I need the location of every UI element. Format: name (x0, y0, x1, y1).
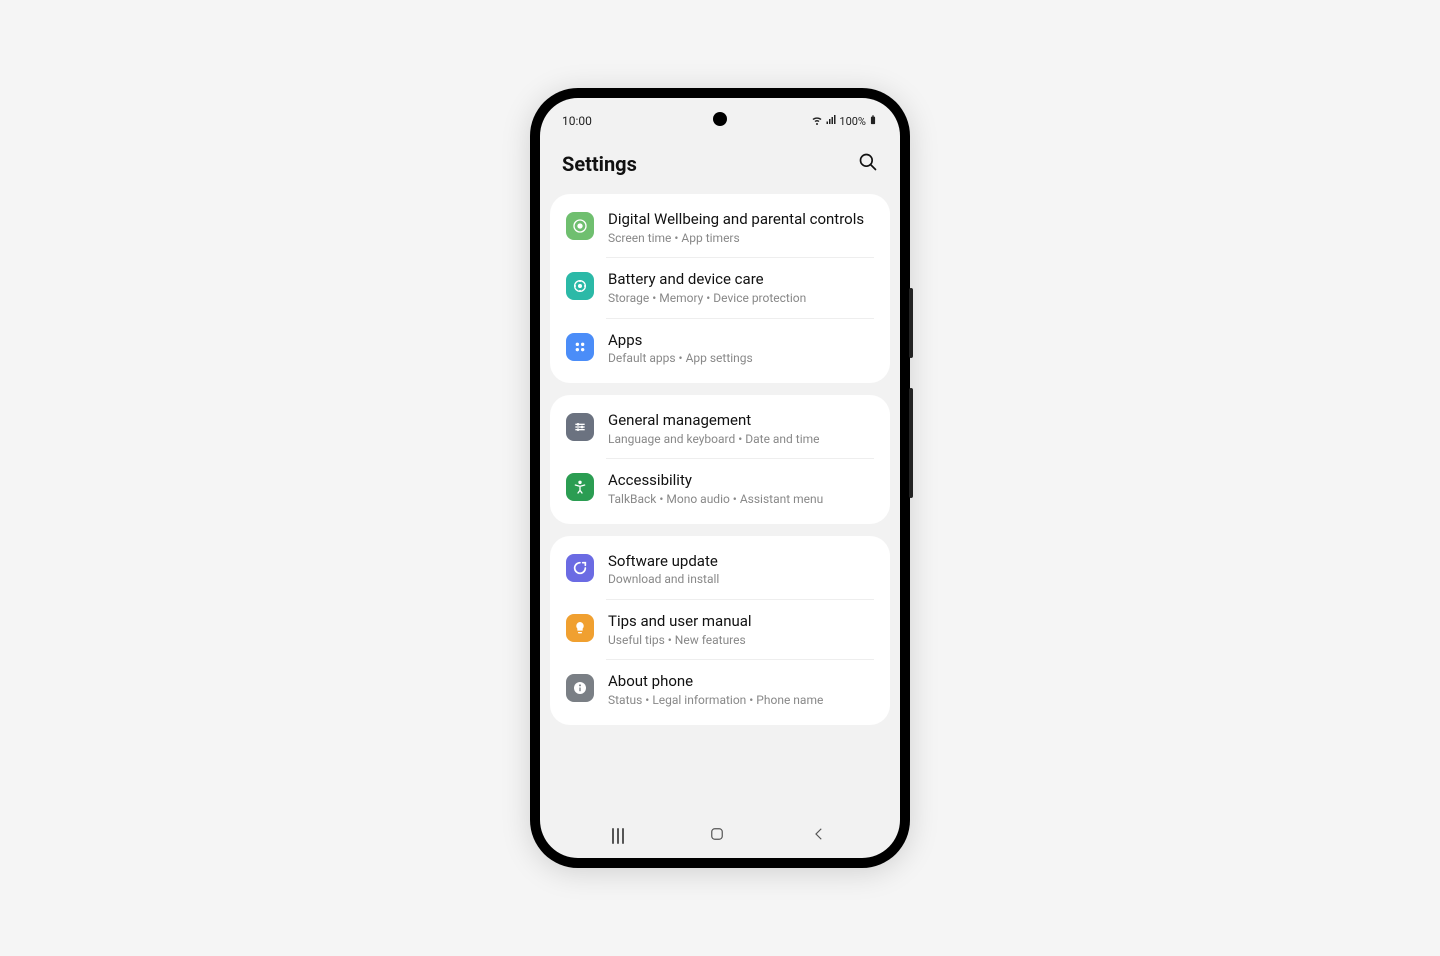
battery-percent: 100% (839, 115, 866, 128)
wellbeing-icon (566, 212, 594, 240)
settings-group: Digital Wellbeing and parental controls S… (550, 194, 890, 383)
item-title: Accessibility (608, 471, 874, 490)
item-subtitle: Screen time • App timers (608, 231, 874, 247)
item-text: Tips and user manual Useful tips • New fe… (608, 612, 874, 648)
screen: 10:00 100% Settings Digital Wellbeing an… (540, 98, 900, 858)
item-subtitle: Language and keyboard • Date and time (608, 432, 874, 448)
settings-list[interactable]: Digital Wellbeing and parental controls S… (540, 194, 900, 814)
item-text: Software updateDownload and install (608, 552, 874, 588)
nav-home-icon[interactable] (708, 825, 726, 847)
item-text: About phone Status • Legal information • … (608, 672, 874, 708)
care-icon (566, 272, 594, 300)
phone-frame: 10:00 100% Settings Digital Wellbeing an… (530, 88, 910, 868)
item-subtitle: Storage • Memory • Device protection (608, 291, 874, 307)
power-button (909, 388, 913, 498)
wifi-icon (811, 114, 823, 129)
item-title: Software update (608, 552, 874, 571)
settings-item-about-phone[interactable]: About phone Status • Legal information • … (550, 660, 890, 720)
signal-icon (825, 114, 837, 129)
item-text: Digital Wellbeing and parental controls S… (608, 210, 874, 246)
item-subtitle: TalkBack • Mono audio • Assistant menu (608, 492, 874, 508)
accessibility-icon (566, 473, 594, 501)
item-title: Apps (608, 331, 874, 350)
nav-recents-icon[interactable] (612, 828, 624, 844)
volume-button (909, 288, 913, 358)
update-icon (566, 554, 594, 582)
item-title: About phone (608, 672, 874, 691)
item-text: AppsDefault apps • App settings (608, 331, 874, 367)
item-subtitle: Status • Legal information • Phone name (608, 693, 874, 709)
settings-item-accessibility[interactable]: Accessibility TalkBack • Mono audio • Ass… (550, 459, 890, 519)
settings-item-tips-and-user-manual[interactable]: Tips and user manual Useful tips • New fe… (550, 600, 890, 660)
header: Settings (540, 138, 900, 194)
settings-group: General management Language and keyboard … (550, 395, 890, 524)
item-text: Battery and device care Storage • Memory … (608, 270, 874, 306)
item-subtitle: Useful tips • New features (608, 633, 874, 649)
settings-item-digital-wellbeing-and-parental-controls[interactable]: Digital Wellbeing and parental controls S… (550, 198, 890, 258)
nav-back-icon[interactable] (810, 825, 828, 847)
settings-item-battery-and-device-care[interactable]: Battery and device care Storage • Memory … (550, 258, 890, 318)
item-subtitle: Default apps • App settings (608, 351, 874, 367)
search-icon[interactable] (858, 152, 878, 176)
status-time: 10:00 (562, 114, 592, 128)
item-text: Accessibility TalkBack • Mono audio • Ass… (608, 471, 874, 507)
settings-item-software-update[interactable]: Software updateDownload and install (550, 540, 890, 600)
item-title: Tips and user manual (608, 612, 874, 631)
settings-item-general-management[interactable]: General management Language and keyboard … (550, 399, 890, 459)
item-text: General management Language and keyboard … (608, 411, 874, 447)
apps-icon (566, 333, 594, 361)
navigation-bar (540, 814, 900, 858)
about-icon (566, 674, 594, 702)
settings-group: Software updateDownload and install Tips … (550, 536, 890, 725)
settings-item-apps[interactable]: AppsDefault apps • App settings (550, 319, 890, 379)
battery-icon (868, 113, 878, 130)
tips-icon (566, 614, 594, 642)
item-title: Battery and device care (608, 270, 874, 289)
general-icon (566, 413, 594, 441)
front-camera (713, 112, 727, 126)
status-right: 100% (811, 113, 878, 130)
item-title: General management (608, 411, 874, 430)
item-title: Digital Wellbeing and parental controls (608, 210, 874, 229)
page-title: Settings (562, 152, 637, 176)
item-subtitle: Download and install (608, 572, 874, 588)
